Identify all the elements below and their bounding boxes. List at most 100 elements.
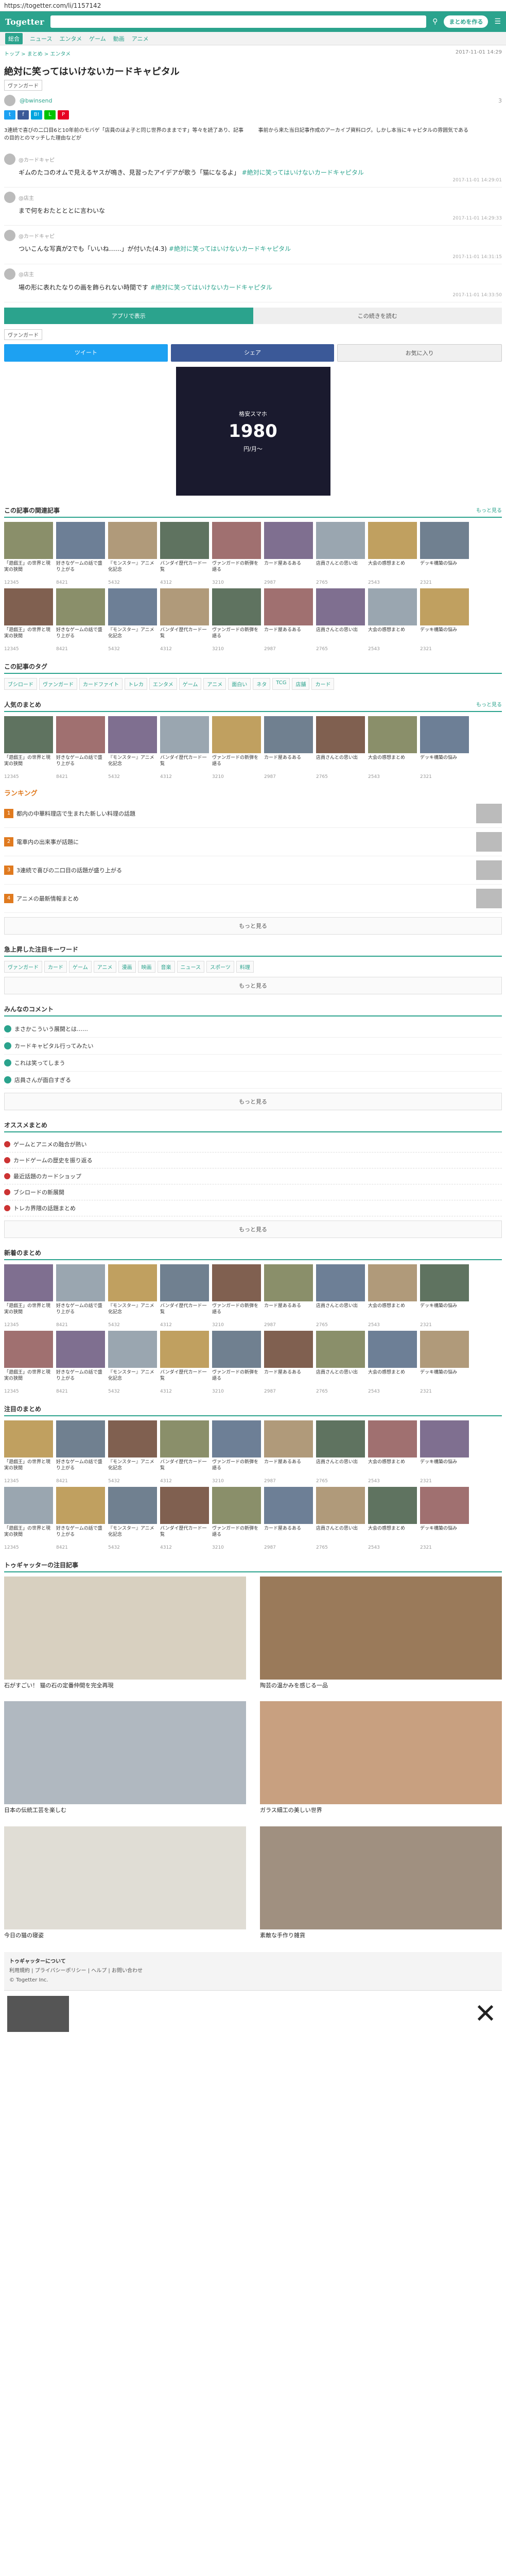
thumb-item[interactable]: 好きなゲームの話で盛り上がる 8421: [56, 1264, 105, 1328]
thumb-caption[interactable]: 「遊戯王」の世界と現実の狭間: [4, 627, 53, 647]
thumb-caption[interactable]: ヴァンガードの新弾を語る: [212, 627, 261, 647]
thumb-caption[interactable]: ヴァンガードの新弾を語る: [212, 1303, 261, 1323]
thumb-item[interactable]: ヴァンガードの新弾を語る 3210: [212, 1330, 261, 1394]
thumb-caption[interactable]: 好きなゲームの話で盛り上がる: [56, 1369, 105, 1389]
thumb-caption[interactable]: バンダイ歴代カード一覧: [160, 755, 209, 774]
thumb-image[interactable]: [264, 1420, 313, 1458]
comment-item[interactable]: まさかこういう展開とは……: [4, 1021, 502, 1038]
thumb-caption[interactable]: ヴァンガードの新弾を語る: [212, 561, 261, 580]
tag-chip[interactable]: エンタメ: [149, 677, 177, 690]
comment-item[interactable]: これは笑ってしまう: [4, 1055, 502, 1072]
thumb-image[interactable]: [212, 1420, 261, 1458]
thumb-item[interactable]: バンダイ歴代カード一覧 4312: [160, 1486, 209, 1550]
thumb-caption[interactable]: 「遊戯王」の世界と現実の狭間: [4, 1526, 53, 1545]
search-input[interactable]: [50, 15, 427, 28]
title-tag[interactable]: ヴァンガード: [4, 80, 42, 91]
ranking-item[interactable]: 4 アニメの最新情報まとめ: [4, 885, 502, 913]
thumb-caption[interactable]: 「遊戯王」の世界と現実の狭間: [4, 561, 53, 580]
thumb-image[interactable]: [160, 521, 209, 559]
thumb-image[interactable]: [368, 588, 417, 625]
tag-chip[interactable]: カード: [311, 677, 335, 690]
footer-links[interactable]: 利用規約 | プライバシーポリシー | ヘルプ | お問い合わせ: [9, 1967, 497, 1976]
thumb-caption[interactable]: カード屋あるある: [264, 1303, 313, 1323]
nav-item-4[interactable]: 動画: [113, 35, 125, 43]
thumb-item[interactable]: 大会の感想まとめ 2543: [368, 716, 417, 779]
thumb-item[interactable]: 好きなゲームの話で盛り上がる 8421: [56, 1420, 105, 1484]
thumb-item[interactable]: 店員さんとの思い出 2765: [316, 1486, 365, 1550]
reco-item[interactable]: ゲームとアニメの融合が熱い: [4, 1137, 502, 1153]
thumb-item[interactable]: 好きなゲームの話で盛り上がる 8421: [56, 1330, 105, 1394]
thumb-item[interactable]: カード屋あるある 2987: [264, 588, 313, 652]
thumb-caption[interactable]: 好きなゲームの話で盛り上がる: [56, 561, 105, 580]
thumb-item[interactable]: 好きなゲームの話で盛り上がる 8421: [56, 716, 105, 779]
line-icon[interactable]: L: [44, 110, 56, 120]
gallery-item[interactable]: 石がすごい！ 猫の石の定番仲間を完全再現: [4, 1576, 246, 1697]
thumb-caption[interactable]: 『モンスター』アニメ化記念: [108, 1526, 157, 1545]
breadcrumb-path[interactable]: トップ > まとめ > エンタメ: [4, 49, 71, 57]
thumb-item[interactable]: ヴァンガードの新弾を語る 3210: [212, 1486, 261, 1550]
thumb-item[interactable]: 店員さんとの思い出 2765: [316, 1330, 365, 1394]
thumb-image[interactable]: [420, 1264, 469, 1301]
comment-item[interactable]: カードキャピタル行ってみたい: [4, 1038, 502, 1055]
thumb-item[interactable]: 店員さんとの思い出 2765: [316, 1264, 365, 1328]
thumb-item[interactable]: 「遊戯王」の世界と現実の狭間 12345: [4, 588, 53, 652]
gallery-caption[interactable]: 今日の猫の寝姿: [4, 1931, 246, 1940]
thumb-image[interactable]: [4, 521, 53, 559]
keyword-chip[interactable]: スポーツ: [206, 960, 234, 973]
thumb-item[interactable]: バンダイ歴代カード一覧 4312: [160, 1264, 209, 1328]
thumb-item[interactable]: デッキ構築の悩み 2321: [420, 1264, 469, 1328]
tag-chip[interactable]: ブシロード: [4, 677, 37, 690]
advertisement[interactable]: 格安スマホ 1980 円/月〜: [176, 366, 330, 496]
thumb-image[interactable]: [108, 588, 157, 625]
gallery-item[interactable]: ガラス細工の美しい世界: [260, 1701, 502, 1821]
thumb-item[interactable]: 好きなゲームの話で盛り上がる 8421: [56, 588, 105, 652]
thumb-image[interactable]: [316, 1264, 365, 1301]
thumb-image[interactable]: [420, 1330, 469, 1368]
rank-thumb[interactable]: [476, 803, 502, 823]
thumb-caption[interactable]: バンダイ歴代カード一覧: [160, 1303, 209, 1323]
thumb-item[interactable]: 大会の感想まとめ 2543: [368, 1264, 417, 1328]
thumb-item[interactable]: バンダイ歴代カード一覧 4312: [160, 716, 209, 779]
thumb-item[interactable]: 『モンスター』アニメ化記念 5432: [108, 716, 157, 779]
thumb-item[interactable]: デッキ構築の悩み 2321: [420, 716, 469, 779]
thumb-image[interactable]: [56, 1420, 105, 1458]
thumb-item[interactable]: ヴァンガードの新弾を語る 3210: [212, 716, 261, 779]
thumb-item[interactable]: バンダイ歴代カード一覧 4312: [160, 1420, 209, 1484]
tweet-time[interactable]: 2017-11-01 14:29:01: [4, 178, 502, 183]
thumb-image[interactable]: [212, 588, 261, 625]
thumb-image[interactable]: [316, 1330, 365, 1368]
thumb-caption[interactable]: 店員さんとの思い出: [316, 627, 365, 647]
reco-text[interactable]: トレカ界隈の話題まとめ: [13, 1204, 76, 1212]
thumb-image[interactable]: [264, 1486, 313, 1524]
reco-item[interactable]: 最近話題のカードショップ: [4, 1168, 502, 1184]
thumb-item[interactable]: 「遊戯王」の世界と現実の狭間 12345: [4, 1420, 53, 1484]
tag-chip[interactable]: TCG: [272, 677, 290, 690]
thumb-caption[interactable]: 大会の感想まとめ: [368, 1369, 417, 1389]
thumb-item[interactable]: 大会の感想まとめ 2543: [368, 588, 417, 652]
nav-item-0[interactable]: 総合: [5, 32, 23, 44]
tweet-user[interactable]: @店主: [19, 270, 34, 278]
thumb-image[interactable]: [4, 1330, 53, 1368]
thumb-image[interactable]: [368, 1264, 417, 1301]
thumb-image[interactable]: [160, 1420, 209, 1458]
thumb-image[interactable]: [56, 1264, 105, 1301]
thumb-image[interactable]: [108, 716, 157, 753]
tag-chip[interactable]: 店舗: [292, 677, 310, 690]
reco-text[interactable]: 最近話題のカードショップ: [13, 1172, 81, 1180]
thumb-image[interactable]: [108, 521, 157, 559]
comments-more-button[interactable]: もっと見る: [4, 1092, 502, 1110]
thumb-item[interactable]: 店員さんとの思い出 2765: [316, 1420, 365, 1484]
thumb-item[interactable]: デッキ構築の悩み 2321: [420, 588, 469, 652]
thumb-image[interactable]: [264, 521, 313, 559]
gallery-item[interactable]: 素敵な手作り雑貨: [260, 1826, 502, 1946]
thumb-caption[interactable]: 店員さんとの思い出: [316, 1303, 365, 1323]
author-name[interactable]: @bwinsend: [20, 97, 52, 104]
thumb-item[interactable]: 『モンスター』アニメ化記念 5432: [108, 1330, 157, 1394]
nav-item-1[interactable]: ニュース: [30, 35, 52, 43]
thumb-item[interactable]: 「遊戯王」の世界と現実の狭間 12345: [4, 1264, 53, 1328]
thumb-caption[interactable]: ヴァンガードの新弾を語る: [212, 1459, 261, 1479]
thumb-caption[interactable]: 店員さんとの思い出: [316, 755, 365, 774]
thumb-item[interactable]: カード屋あるある 2987: [264, 1330, 313, 1394]
rank-thumb[interactable]: [476, 832, 502, 852]
thumb-image[interactable]: [316, 1420, 365, 1458]
